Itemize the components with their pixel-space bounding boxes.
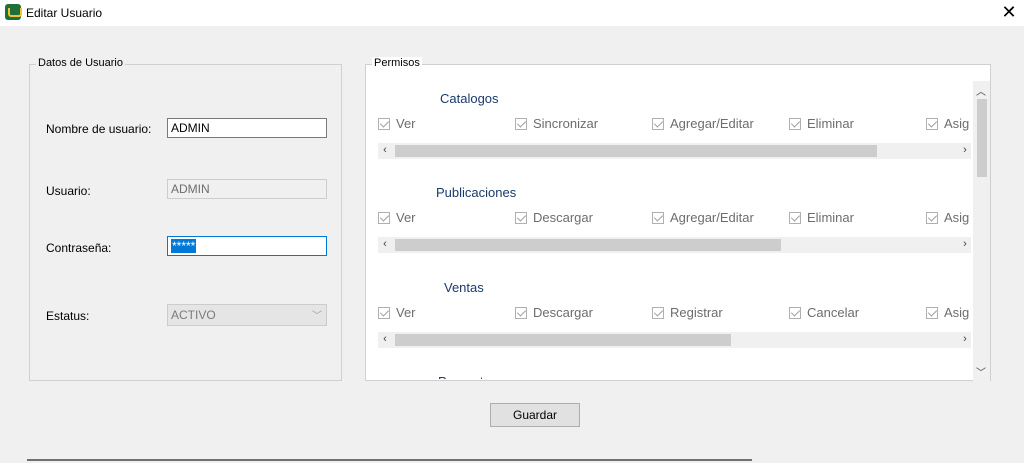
permission-checkbox[interactable]: Agregar/Editar (652, 210, 754, 225)
vertical-scrollbar[interactable]: ︿ ﹀ (973, 81, 990, 381)
form-client-area: Datos de Usuario Nombre de usuario: ADMI… (10, 40, 1010, 447)
permission-checkbox[interactable]: Ver (378, 305, 416, 320)
permission-label: Ver (396, 116, 416, 131)
save-button[interactable]: Guardar (490, 403, 580, 427)
scroll-left-icon[interactable]: ‹ (378, 144, 392, 156)
permission-label: Ver (396, 305, 416, 320)
cart-app-icon (5, 4, 22, 20)
permission-checkbox[interactable]: Agregar/Editar (652, 116, 754, 131)
scroll-right-icon[interactable]: › (958, 144, 971, 156)
check-icon (789, 306, 801, 319)
check-icon (926, 117, 938, 130)
permissions-group-title: Permisos (372, 57, 422, 69)
permission-checkbox[interactable]: Asig (926, 116, 969, 131)
password-value: ***** (171, 239, 197, 253)
permission-checkbox[interactable]: Descargar (515, 305, 593, 320)
horizontal-scroll-thumb[interactable] (395, 334, 731, 346)
permission-label: Sincronizar (533, 116, 599, 131)
permission-checkbox[interactable]: Descargar (515, 210, 593, 225)
horizontal-scrollbar[interactable]: ‹ › (378, 237, 971, 253)
permission-checkbox[interactable]: Eliminar (789, 116, 854, 131)
section-title: Publicaciones (436, 185, 517, 200)
title-bar: Editar Usuario ✕ (0, 0, 1024, 26)
permission-label: Registrar (670, 305, 723, 320)
check-icon (789, 211, 801, 224)
permission-label: Ver (396, 210, 416, 225)
permission-label: Eliminar (807, 116, 854, 131)
window-title: Editar Usuario (26, 6, 103, 20)
permission-checkbox[interactable]: Registrar (652, 305, 723, 320)
check-icon (515, 117, 527, 130)
permission-label: Agregar/Editar (670, 210, 754, 225)
check-icon (515, 211, 527, 224)
permission-label: Agregar/Editar (670, 116, 754, 131)
permission-label: Eliminar (807, 210, 854, 225)
permission-label: Asig (944, 305, 970, 320)
check-icon (652, 117, 664, 130)
chevron-down-icon: ﹀ (312, 311, 322, 322)
check-icon (926, 211, 938, 224)
scroll-right-icon[interactable]: › (958, 333, 971, 345)
user-data-group: Datos de Usuario Nombre de usuario: ADMI… (29, 57, 342, 381)
check-icon (652, 211, 664, 224)
scroll-down-icon[interactable]: ﹀ (976, 364, 986, 379)
section-title: Ventas (444, 280, 484, 295)
status-label: Estatus: (46, 309, 90, 323)
horizontal-scrollbar[interactable]: ‹ › (378, 143, 971, 159)
check-icon (378, 306, 390, 319)
user-input[interactable]: ADMIN (167, 179, 327, 199)
permission-label: Asig (944, 116, 970, 131)
vertical-scroll-thumb[interactable] (977, 99, 987, 177)
taskbar-edge (27, 459, 752, 461)
horizontal-scroll-thumb[interactable] (395, 239, 781, 251)
check-icon (926, 306, 938, 319)
user-data-group-title: Datos de Usuario (36, 57, 125, 69)
scroll-left-icon[interactable]: ‹ (378, 238, 392, 250)
check-icon (378, 211, 390, 224)
section-title: Catalogos (440, 91, 499, 106)
permission-checkbox[interactable]: Sincronizar (515, 116, 598, 131)
close-button[interactable]: ✕ (994, 0, 1024, 26)
check-icon (652, 306, 664, 319)
username-input[interactable]: ADMIN (167, 118, 327, 138)
permission-checkbox[interactable]: Ver (378, 210, 416, 225)
permission-checkbox[interactable]: Ver (378, 116, 416, 131)
permissions-group: Permisos Catalogos Ver Sincronizar Agregar/… (365, 57, 991, 381)
check-icon (515, 306, 527, 319)
permission-label: Descargar (533, 210, 593, 225)
horizontal-scroll-thumb[interactable] (395, 145, 877, 157)
permission-label: Descargar (533, 305, 593, 320)
permission-label: Cancelar (807, 305, 860, 320)
scroll-left-icon[interactable]: ‹ (378, 333, 392, 345)
password-label: Contraseña: (46, 241, 112, 255)
permission-checkbox[interactable]: Eliminar (789, 210, 854, 225)
permission-checkbox[interactable]: Cancelar (789, 305, 859, 320)
scroll-up-icon[interactable]: ︿ (976, 83, 986, 98)
section-title: Preguntas (438, 374, 497, 379)
permissions-scroll-area[interactable]: Catalogos Ver Sincronizar Agregar/Editar Eli… (367, 79, 971, 379)
username-label: Nombre de usuario: (46, 122, 152, 136)
user-label: Usuario: (46, 184, 91, 198)
scroll-right-icon[interactable]: › (958, 238, 971, 250)
permission-label: Asig (944, 210, 970, 225)
horizontal-scrollbar[interactable]: ‹ › (378, 332, 971, 348)
permission-checkbox[interactable]: Asig (926, 210, 969, 225)
check-icon (378, 117, 390, 130)
check-icon (789, 117, 801, 130)
password-input[interactable]: ***** (167, 236, 327, 256)
permission-checkbox[interactable]: Asig (926, 305, 969, 320)
status-select[interactable]: ACTIVO ﹀ (167, 304, 327, 326)
status-value: ACTIVO (171, 308, 216, 322)
